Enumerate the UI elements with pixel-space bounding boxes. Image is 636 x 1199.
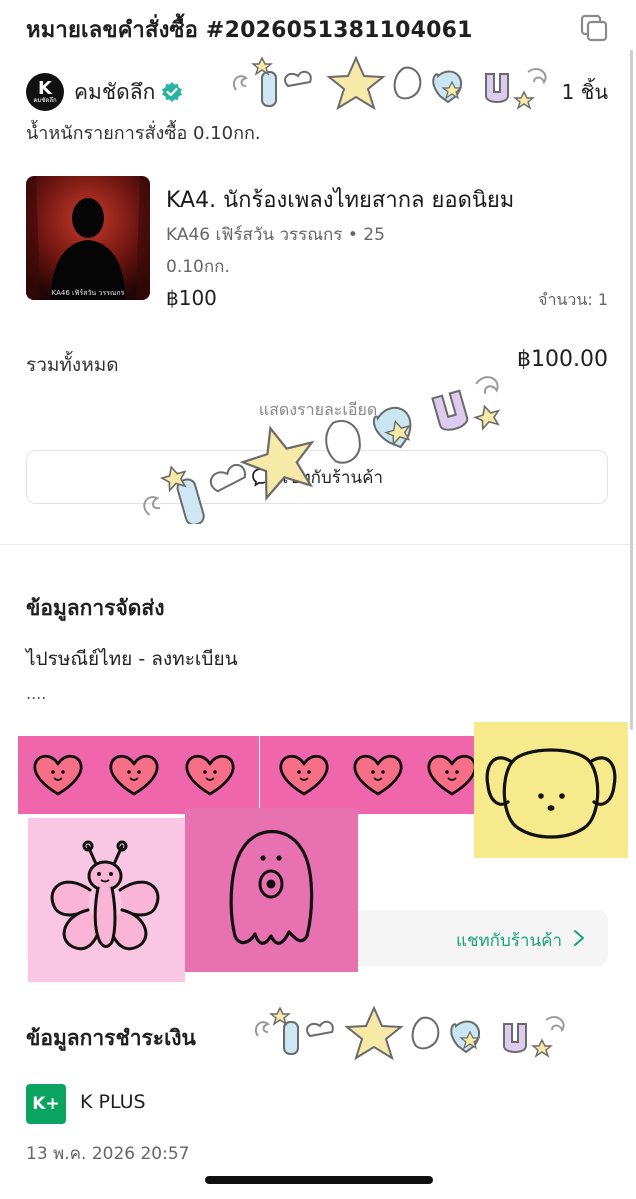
product-name[interactable]: KA4. นักร้องเพลงไทยสากล ยอดนิยม bbox=[166, 182, 514, 217]
product-thumbnail[interactable]: KA46 เฟิร์สวัน วรรณกร bbox=[26, 176, 150, 300]
shipping-address-placeholder: .... bbox=[26, 684, 47, 703]
product-thumb-caption: KA46 เฟิร์สวัน วรรณกร bbox=[52, 289, 125, 297]
store-logo-sub: คมชัดลึก bbox=[33, 96, 57, 104]
payment-timestamp: 13 พ.ค. 2026 20:57 bbox=[26, 1144, 190, 1164]
order-number-title: หมายเลขคำสั่งซื้อ #2026051381104061 bbox=[26, 18, 473, 43]
total-label: รวมทั้งหมด bbox=[26, 354, 119, 376]
product-quantity: จำนวน: 1 bbox=[538, 290, 608, 309]
store-name[interactable]: คมชัดลึก bbox=[74, 76, 155, 109]
kplus-logo: K+ bbox=[26, 1084, 66, 1124]
product-price: ฿100 bbox=[166, 286, 217, 310]
store-logo-letter: K bbox=[38, 77, 52, 99]
chevron-right-icon bbox=[574, 930, 584, 946]
scrollbar[interactable] bbox=[630, 50, 633, 730]
product-variant: KA46 เฟิร์สวัน วรรณกร • 25 0.10กก. bbox=[166, 225, 385, 277]
wing-star-sticker-bottom bbox=[254, 1005, 565, 1061]
section-divider bbox=[0, 544, 636, 545]
heart-sticker-strip-left bbox=[18, 736, 259, 814]
wing-star-sticker-top bbox=[232, 55, 547, 111]
verified-badge-icon bbox=[162, 82, 183, 102]
total-value: ฿100.00 bbox=[517, 347, 608, 372]
butterfly-sticker bbox=[28, 818, 185, 982]
ghost-sticker bbox=[185, 808, 358, 972]
heart-sticker-strip-right bbox=[260, 736, 476, 814]
payment-method: K PLUS bbox=[80, 1091, 146, 1113]
payment-heading: ข้อมูลการชำระเงิน bbox=[26, 1026, 196, 1050]
wing-star-sticker-middle bbox=[143, 376, 501, 524]
home-indicator[interactable] bbox=[205, 1176, 433, 1184]
shipping-heading: ข้อมูลการจัดส่ง bbox=[26, 596, 165, 620]
shipping-method: ไปรษณีย์ไทย - ลงทะเบียน bbox=[26, 648, 238, 670]
order-weight: น้ำหนักรายการสั่งซื้อ 0.10กก. bbox=[26, 123, 261, 144]
store-logo: K คมชัดลึก bbox=[26, 73, 64, 111]
chat-link-label: แชทกับร้านค้า bbox=[455, 931, 562, 951]
puppy-sticker bbox=[474, 722, 628, 858]
item-count: 1 ชิ้น bbox=[561, 80, 608, 104]
copy-icon[interactable] bbox=[580, 14, 608, 42]
